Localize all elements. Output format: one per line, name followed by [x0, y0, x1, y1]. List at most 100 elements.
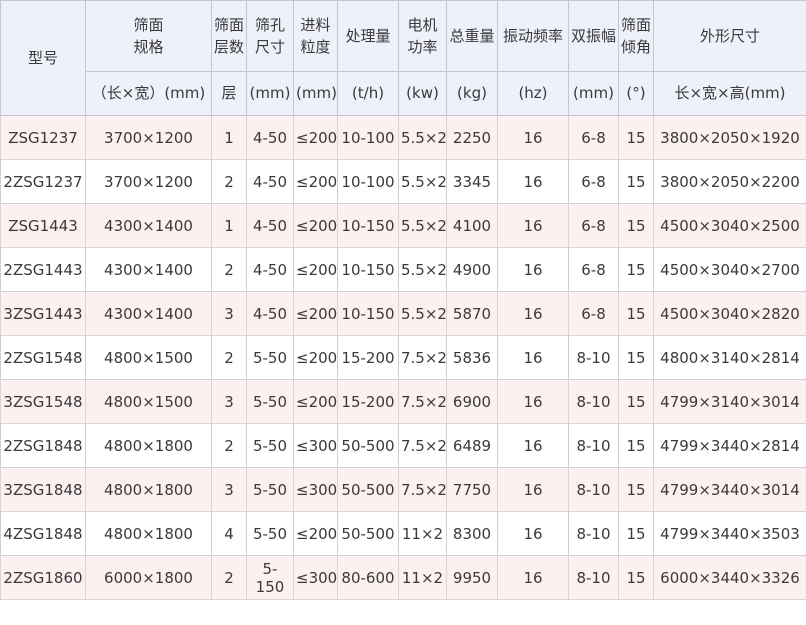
- model-cell: 2ZSG1548: [1, 336, 86, 380]
- table-cell: 16: [498, 468, 569, 512]
- table-header: 型号 筛面 规格 筛面 层数 筛孔 尺寸 进料 粒度 处理量 电机 功率 总重量…: [1, 1, 806, 116]
- table-cell: 16: [498, 160, 569, 204]
- table-cell: 16: [498, 380, 569, 424]
- table-cell: 6000×1800: [86, 556, 212, 600]
- table-cell: ≤200: [294, 204, 338, 248]
- table-cell: 50-500: [338, 468, 399, 512]
- table-cell: 4-50: [247, 160, 294, 204]
- table-cell: 15: [619, 160, 654, 204]
- table-cell: 5870: [447, 292, 498, 336]
- table-cell: 10-150: [338, 204, 399, 248]
- table-cell: 3: [212, 468, 247, 512]
- table-cell: 4800×1800: [86, 424, 212, 468]
- col-header-model: 型号: [1, 1, 86, 116]
- table-cell: 4-50: [247, 204, 294, 248]
- table-cell: 4800×1500: [86, 336, 212, 380]
- table-cell: 3700×1200: [86, 116, 212, 160]
- model-cell: 2ZSG1848: [1, 424, 86, 468]
- table-cell: 16: [498, 512, 569, 556]
- table-cell: 16: [498, 248, 569, 292]
- table-cell: 15: [619, 248, 654, 292]
- table-cell: 5-50: [247, 512, 294, 556]
- table-cell: 5.5×2: [399, 116, 447, 160]
- unit-header-deck-count: 层: [212, 72, 247, 116]
- table-cell: 15-200: [338, 336, 399, 380]
- header-row-main: 型号 筛面 规格 筛面 层数 筛孔 尺寸 进料 粒度 处理量 电机 功率 总重量…: [1, 1, 806, 72]
- model-cell: 3ZSG1443: [1, 292, 86, 336]
- table-cell: 5-50: [247, 380, 294, 424]
- col-header-double-amplitude: 双振幅: [569, 1, 619, 72]
- table-cell: 2: [212, 424, 247, 468]
- table-cell: 16: [498, 556, 569, 600]
- table-cell: 6-8: [569, 116, 619, 160]
- model-cell: 2ZSG1443: [1, 248, 86, 292]
- table-cell: 11×2: [399, 512, 447, 556]
- table-cell: 16: [498, 204, 569, 248]
- table-cell: 2: [212, 248, 247, 292]
- table-cell: 15: [619, 204, 654, 248]
- table-cell: 50-500: [338, 512, 399, 556]
- table-row: 3ZSG1443 4300×1400 3 4-50 ≤200 10-150 5.…: [1, 292, 806, 336]
- table-cell: 50-500: [338, 424, 399, 468]
- model-cell: 2ZSG1860: [1, 556, 86, 600]
- table-cell: 4799×3440×2814: [654, 424, 806, 468]
- table-cell: 4-50: [247, 248, 294, 292]
- table-cell: 10-150: [338, 292, 399, 336]
- table-cell: 7.5×2: [399, 424, 447, 468]
- table-cell: 4-50: [247, 292, 294, 336]
- table-cell: 5-50: [247, 336, 294, 380]
- header-row-units: （长×宽）(mm) 层 (mm) (mm) (t/h) (kw) (kg) (h…: [1, 72, 806, 116]
- spec-table-page: 型号 筛面 规格 筛面 层数 筛孔 尺寸 进料 粒度 处理量 电机 功率 总重量…: [0, 0, 806, 625]
- table-row: ZSG1443 4300×1400 1 4-50 ≤200 10-150 5.5…: [1, 204, 806, 248]
- unit-header-overall-dimensions: 长×宽×高(mm): [654, 72, 806, 116]
- table-cell: 8-10: [569, 336, 619, 380]
- table-row: 2ZSG1548 4800×1500 2 5-50 ≤200 15-200 7.…: [1, 336, 806, 380]
- col-header-feed-size: 进料 粒度: [294, 1, 338, 72]
- table-cell: 7.5×2: [399, 468, 447, 512]
- table-cell: 15: [619, 468, 654, 512]
- table-cell: 4800×3140×2814: [654, 336, 806, 380]
- col-header-motor-power: 电机 功率: [399, 1, 447, 72]
- table-cell: 10-100: [338, 116, 399, 160]
- table-row: 2ZSG1860 6000×1800 2 5-150 ≤300 80-600 1…: [1, 556, 806, 600]
- table-body: ZSG1237 3700×1200 1 4-50 ≤200 10-100 5.5…: [1, 116, 806, 600]
- table-cell: 16: [498, 292, 569, 336]
- table-cell: 3800×2050×1920: [654, 116, 806, 160]
- table-cell: 16: [498, 424, 569, 468]
- table-cell: 3700×1200: [86, 160, 212, 204]
- table-cell: ≤300: [294, 468, 338, 512]
- unit-header-mesh-size: (mm): [247, 72, 294, 116]
- table-cell: 4800×1800: [86, 512, 212, 556]
- table-cell: 8-10: [569, 556, 619, 600]
- table-cell: 5836: [447, 336, 498, 380]
- table-cell: 5.5×2: [399, 160, 447, 204]
- table-row: ZSG1237 3700×1200 1 4-50 ≤200 10-100 5.5…: [1, 116, 806, 160]
- table-cell: 5.5×2: [399, 292, 447, 336]
- unit-header-screen-angle: (°): [619, 72, 654, 116]
- model-cell: ZSG1443: [1, 204, 86, 248]
- table-cell: 11×2: [399, 556, 447, 600]
- model-cell: ZSG1237: [1, 116, 86, 160]
- table-cell: 2: [212, 556, 247, 600]
- table-cell: 5.5×2: [399, 204, 447, 248]
- table-cell: 16: [498, 116, 569, 160]
- table-cell: 4500×3040×2700: [654, 248, 806, 292]
- table-cell: 4900: [447, 248, 498, 292]
- table-cell: 5.5×2: [399, 248, 447, 292]
- table-cell: 6900: [447, 380, 498, 424]
- col-header-screen-angle: 筛面 倾角: [619, 1, 654, 72]
- table-cell: ≤200: [294, 116, 338, 160]
- table-cell: 9950: [447, 556, 498, 600]
- table-cell: 4-50: [247, 116, 294, 160]
- table-cell: 4800×1800: [86, 468, 212, 512]
- table-cell: 15: [619, 292, 654, 336]
- col-header-overall-dimensions: 外形尺寸: [654, 1, 806, 72]
- table-cell: 15: [619, 512, 654, 556]
- table-cell: 15: [619, 116, 654, 160]
- table-cell: ≤200: [294, 380, 338, 424]
- table-cell: 4500×3040×2500: [654, 204, 806, 248]
- table-cell: 3345: [447, 160, 498, 204]
- table-row: 3ZSG1548 4800×1500 3 5-50 ≤200 15-200 7.…: [1, 380, 806, 424]
- unit-header-capacity: (t/h): [338, 72, 399, 116]
- table-cell: 6-8: [569, 204, 619, 248]
